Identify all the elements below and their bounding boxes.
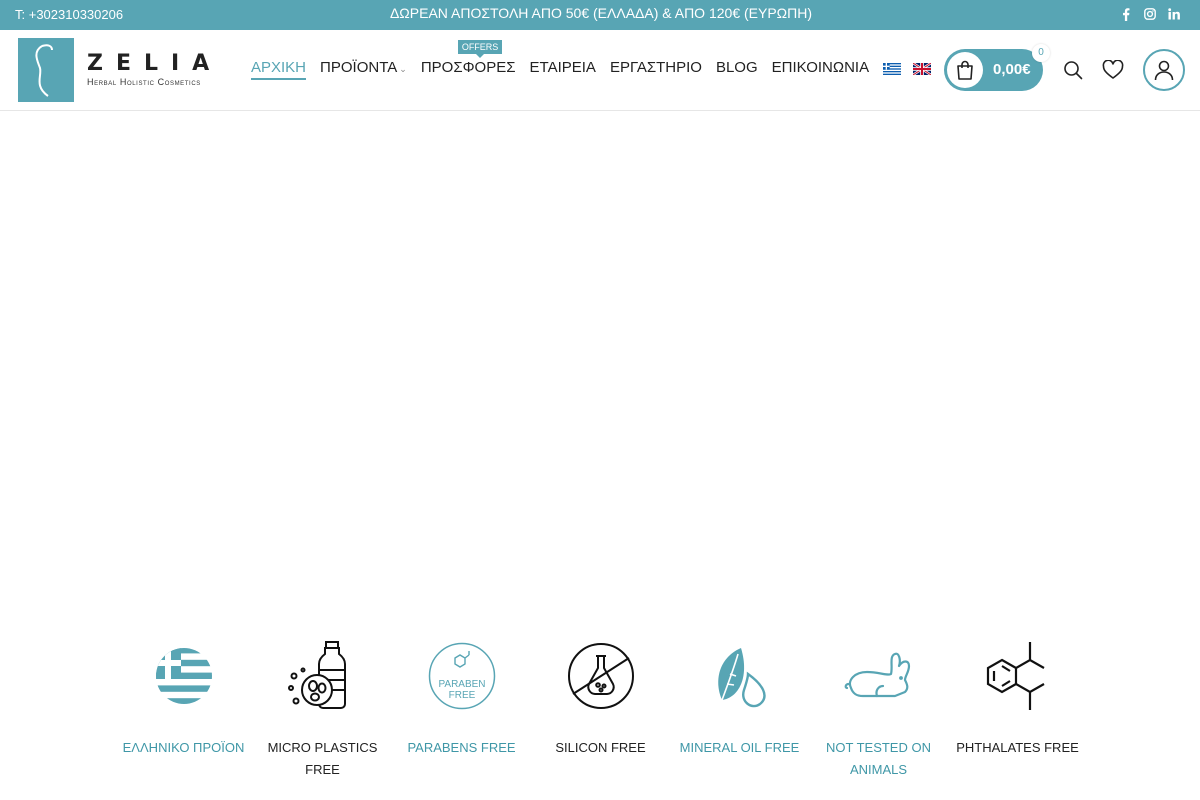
feature-label: PHTHALATES FREE [956,740,1079,755]
account-button[interactable] [1143,49,1185,91]
feature-microplastics-free: MICRO PLASTICS FREE [253,640,392,781]
nav-item-offers[interactable]: OFFERS ΠΡΟΣΦΟΡΕΣ [420,40,516,76]
chevron-down-icon: ⌄ [399,64,407,74]
shopping-bag-icon [947,52,983,88]
nav-item-lab[interactable]: ΕΡΓΑΣΤΗΡΙΟ [610,59,702,76]
cart-total: 0,00€ [993,61,1031,78]
top-bar: T: +302310330206 ΔΩΡΕΑΝ ΑΠΟΣΤΟΛΗ ΑΠΟ 50€… [0,0,1200,30]
leaf-drop-icon [704,640,776,712]
paraben-icon-text-2: FREE [448,690,475,701]
offers-badge: OFFERS [457,40,503,58]
logo-tagline: Herbal Holistic Cosmetics [87,77,201,87]
nav-item-offers-label: ΠΡΟΣΦΟΡΕΣ [420,59,516,76]
nav-item-home[interactable]: ΑΡΧΙΚΗ [251,59,307,80]
microplastics-bottle-icon [287,640,359,712]
feature-phthalates-free: PHTHALATES FREE [948,640,1087,781]
zelia-logo[interactable]: ZELIA Herbal Holistic Cosmetics [18,38,213,102]
free-shipping-text: ΔΩΡΕΑΝ ΑΠΟΣΤΟΛΗ ΑΠΟ 50€ (ΕΛΛΑΔΑ) & ΑΠΟ 1… [389,5,813,21]
uk-flag-icon[interactable] [912,61,932,76]
site-header: ZELIA Herbal Holistic Cosmetics ΑΡΧΙΚΗ Π… [0,30,1200,111]
logo-word: ZELIA [87,51,223,76]
feature-label: MINERAL OIL FREE [679,740,800,755]
feature-mineral-oil-free: MINERAL OIL FREE [670,640,809,781]
feature-label: SILICON FREE [555,740,646,755]
feature-not-tested-on-animals: NOT TESTED ON ANIMALS [809,640,948,781]
paraben-icon-text-1: PARABEN [438,679,485,690]
search-icon[interactable] [1062,59,1084,81]
free-shipping-banner: ΔΩΡΕΑΝ ΑΠΟΣΤΟΛΗ ΑΠΟ 50€ (ΕΛΛΑΔΑ) & ΑΠΟ 1… [0,5,1200,21]
nav-item-blog[interactable]: BLOG [716,59,758,76]
greek-flag-circle-icon [148,640,220,712]
silicon-free-flask-icon [565,640,637,712]
facebook-icon[interactable] [1120,7,1132,21]
cart-button[interactable]: 0,00€ 0 [944,44,1050,91]
main-nav: ΑΡΧΙΚΗ ΠΡΟΪΟΝΤΑ ⌄ OFFERS ΠΡΟΣΦΟΡΕΣ ΕΤΑΙΡΕ… [251,40,943,80]
nav-item-company[interactable]: ΕΤΑΙΡΕΙΑ [530,59,596,76]
feature-label: PARABENS FREE [407,740,516,755]
product-features: ΕΛΛΗΝΙΚΟ ΠΡΟΪΟΝ MICRO PLASTICS FREE PARA… [114,640,1090,781]
social-links [1120,7,1180,21]
nav-item-products-label: ΠΡΟΪΟΝΤΑ [320,59,398,76]
linkedin-icon[interactable] [1168,7,1180,21]
user-icon [1154,60,1174,81]
feature-label: ΕΛΛΗΝΙΚΟ ΠΡΟΪΟΝ [122,740,245,755]
molecule-icon [982,640,1054,712]
cart-count-badge: 0 [1032,44,1050,62]
feature-greek-product: ΕΛΛΗΝΙΚΟ ΠΡΟΪΟΝ [114,640,253,781]
nav-item-contact[interactable]: ΕΠΙΚΟΙΝΩΝΙΑ [772,59,869,76]
rabbit-icon [843,640,915,712]
paraben-free-icon: PARABEN FREE [426,640,498,712]
feature-silicon-free: SILICON FREE [531,640,670,781]
feature-label: MICRO PLASTICS FREE [267,740,378,777]
heart-icon[interactable] [1102,59,1124,81]
greek-flag-icon[interactable] [883,62,902,75]
instagram-icon[interactable] [1144,7,1156,21]
logo-mark-icon [18,38,74,102]
feature-parabens-free: PARABEN FREE PARABENS FREE [392,640,531,781]
feature-label: NOT TESTED ON ANIMALS [826,740,931,777]
nav-item-products[interactable]: ΠΡΟΪΟΝΤΑ ⌄ [320,59,407,76]
